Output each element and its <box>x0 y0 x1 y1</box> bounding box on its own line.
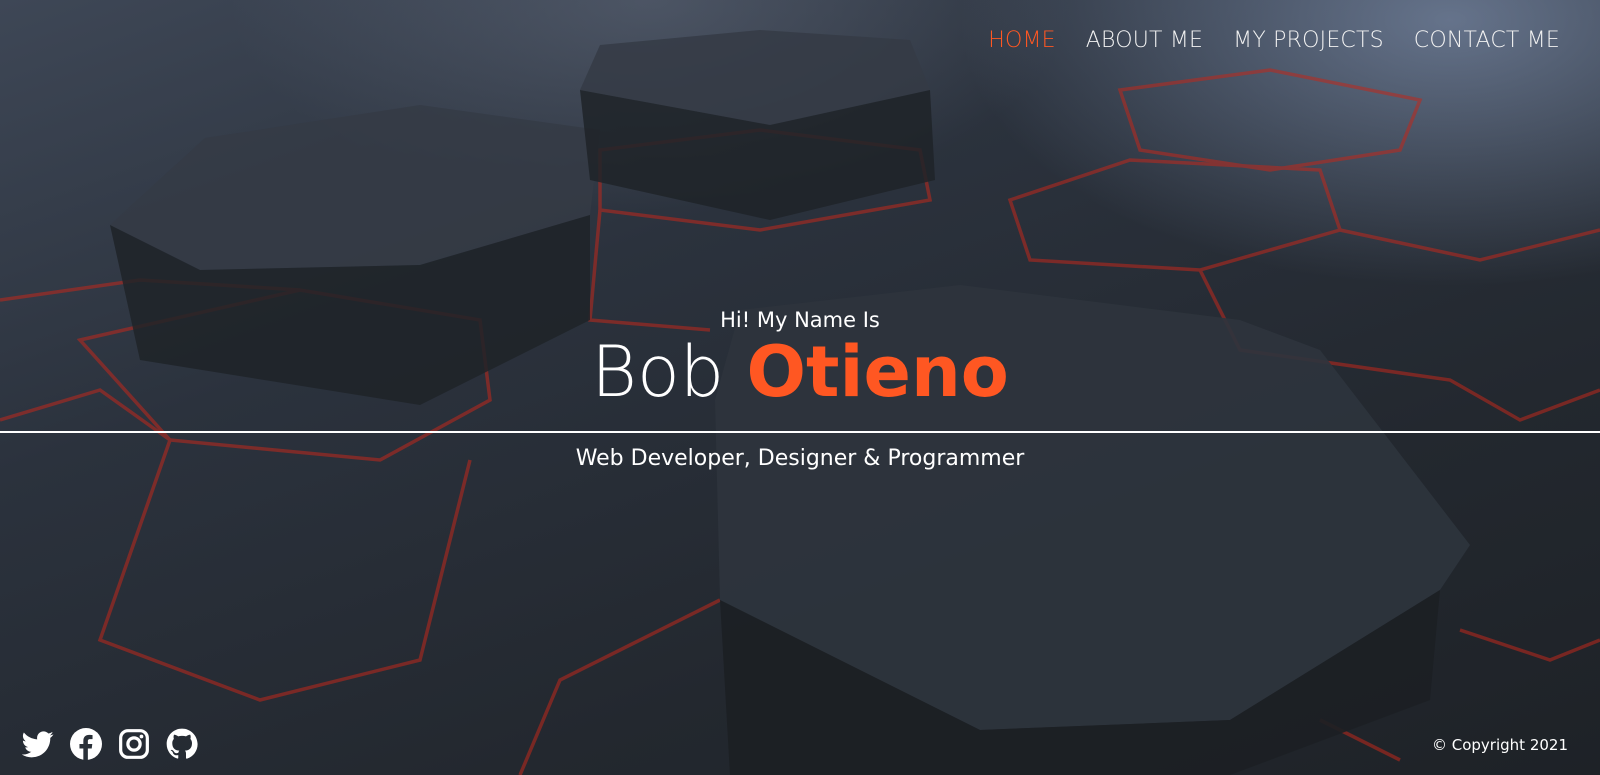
nav-item-my-projects[interactable]: MY PROJECTS <box>1233 28 1384 53</box>
hero-first-name: Bob <box>591 331 725 413</box>
footer-copyright: © Copyright 2021 <box>1431 736 1568 754</box>
twitter-icon[interactable] <box>22 728 54 760</box>
main-nav: HOME ABOUT ME MY PROJECTS CONTACT ME <box>988 28 1560 53</box>
github-icon[interactable] <box>166 728 198 760</box>
hero-last-name: Otieno <box>746 331 1009 413</box>
nav-item-about-me[interactable]: ABOUT ME <box>1086 28 1203 53</box>
social-links <box>22 728 198 760</box>
nav-item-home[interactable]: HOME <box>988 28 1056 53</box>
facebook-icon[interactable] <box>70 728 102 760</box>
hero-divider <box>0 431 1600 433</box>
instagram-icon[interactable] <box>118 728 150 760</box>
hero-greeting: Hi! My Name Is <box>720 308 880 332</box>
nav-item-contact-me[interactable]: CONTACT ME <box>1414 28 1560 53</box>
hero-tagline: Web Developer, Designer & Programmer <box>575 446 1025 471</box>
page: HOME ABOUT ME MY PROJECTS CONTACT ME Hi!… <box>0 0 1600 775</box>
hero-name: Bob Otieno <box>0 332 1600 412</box>
